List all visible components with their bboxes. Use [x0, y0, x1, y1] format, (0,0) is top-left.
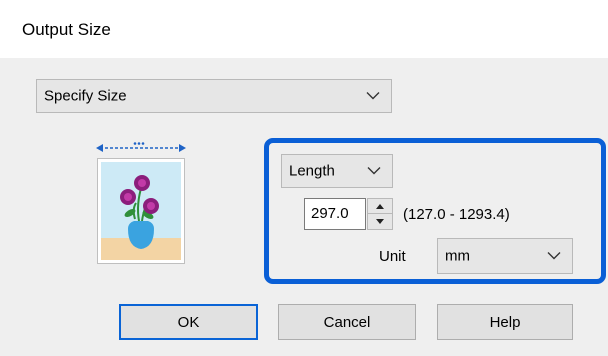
orientation-value: Length	[289, 162, 335, 180]
size-mode-value: Specify Size	[44, 87, 127, 105]
length-value: 297.0	[311, 205, 349, 222]
spin-down-button[interactable]	[368, 214, 392, 229]
chevron-down-icon	[366, 92, 380, 100]
help-button-label: Help	[489, 313, 521, 331]
help-button[interactable]: Help	[437, 304, 573, 340]
flower-vase-icon	[101, 162, 181, 260]
paper-preview	[97, 158, 185, 264]
size-mode-dropdown[interactable]: Specify Size	[36, 79, 392, 113]
triangle-up-icon	[376, 204, 384, 209]
unit-label: Unit	[379, 248, 406, 265]
unit-value: mm	[445, 247, 470, 265]
length-spinner[interactable]	[367, 198, 393, 230]
length-range-text: (127.0 - 1293.4)	[403, 206, 510, 223]
chevron-down-icon	[367, 167, 381, 175]
cancel-button[interactable]: Cancel	[278, 304, 416, 340]
ok-button-label: OK	[177, 313, 200, 331]
width-arrow-icon	[96, 142, 186, 152]
unit-dropdown[interactable]: mm	[437, 238, 573, 274]
dialog-title: Output Size	[22, 20, 111, 39]
spin-up-button[interactable]	[368, 199, 392, 214]
length-input[interactable]: 297.0	[304, 198, 366, 230]
title-bar: Output Size	[0, 0, 608, 58]
cancel-button-label: Cancel	[323, 313, 371, 331]
triangle-down-icon	[376, 219, 384, 224]
chevron-down-icon	[547, 252, 561, 260]
orientation-dropdown[interactable]: Length	[281, 154, 393, 188]
ok-button[interactable]: OK	[119, 304, 258, 340]
